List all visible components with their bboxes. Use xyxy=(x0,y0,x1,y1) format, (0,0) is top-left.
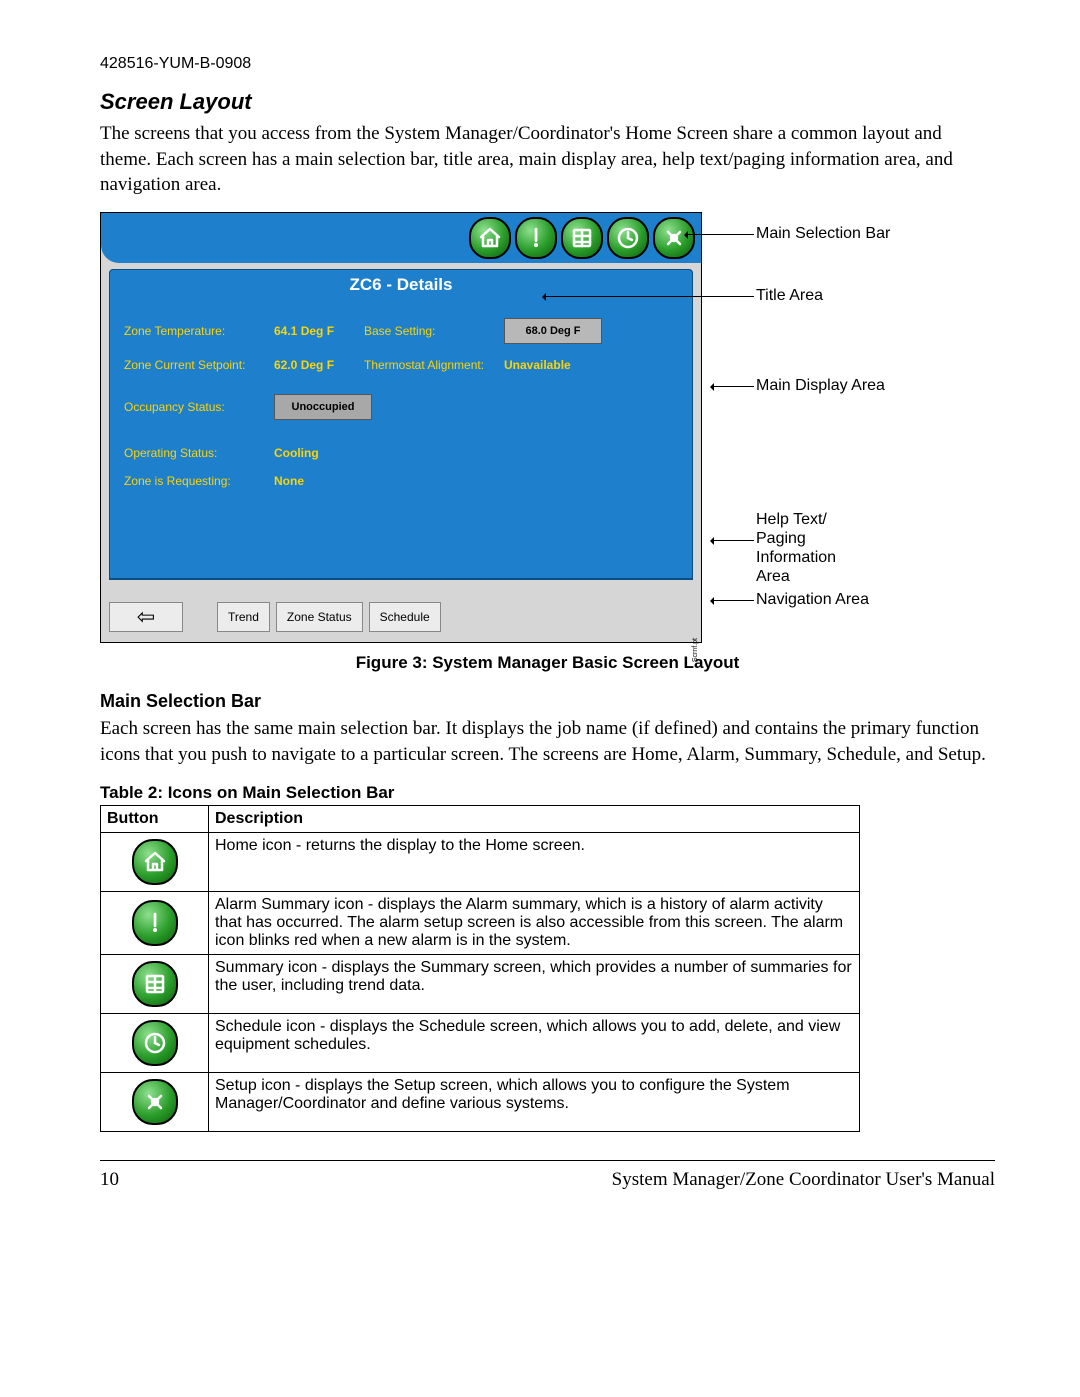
therm-align-value: Unavailable xyxy=(504,358,571,372)
zone-status-button[interactable]: Zone Status xyxy=(276,602,363,632)
zone-temp-label: Zone Temperature: xyxy=(124,324,274,338)
figure-with-annotations: ZC6 - Details Zone Temperature: 64.1 Deg… xyxy=(100,212,995,643)
anno-title-area: Title Area xyxy=(756,286,823,305)
table-desc: Schedule icon - displays the Schedule sc… xyxy=(209,1014,860,1073)
table-row: Home icon - returns the display to the H… xyxy=(101,833,860,892)
table-row: Summary icon - displays the Summary scre… xyxy=(101,955,860,1014)
trend-button[interactable]: Trend xyxy=(217,602,270,632)
occupancy-label: Occupancy Status: xyxy=(124,400,274,414)
footer-rule xyxy=(100,1160,995,1161)
therm-align-label: Thermostat Alignment: xyxy=(364,358,504,372)
summary-icon xyxy=(132,961,178,1007)
anno-main-selection-bar: Main Selection Bar xyxy=(756,224,890,243)
device-screen: ZC6 - Details Zone Temperature: 64.1 Deg… xyxy=(100,212,702,643)
schedule-button[interactable]: Schedule xyxy=(369,602,441,632)
anno-navigation-area: Navigation Area xyxy=(756,590,869,609)
setup-icon xyxy=(132,1079,178,1125)
zone-setpoint-label: Zone Current Setpoint: xyxy=(124,358,274,372)
image-watermark: Scrnf.pt xyxy=(692,638,699,662)
back-button[interactable]: ⇦ xyxy=(109,602,183,632)
table-desc: Summary icon - displays the Summary scre… xyxy=(209,955,860,1014)
base-setting-value[interactable]: 68.0 Deg F xyxy=(504,318,602,344)
doc-header: 428516-YUM-B-0908 xyxy=(100,55,995,73)
subsection-paragraph: Each screen has the same main selection … xyxy=(100,716,995,767)
operating-label: Operating Status: xyxy=(124,446,274,460)
home-icon xyxy=(132,839,178,885)
table-row: Setup icon - displays the Setup screen, … xyxy=(101,1073,860,1132)
table-desc: Alarm Summary icon - displays the Alarm … xyxy=(209,892,860,955)
table-col-description: Description xyxy=(209,806,860,833)
table-row: Schedule icon - displays the Schedule sc… xyxy=(101,1014,860,1073)
summary-icon[interactable] xyxy=(561,217,603,259)
schedule-icon[interactable] xyxy=(607,217,649,259)
table-row: Alarm Summary icon - displays the Alarm … xyxy=(101,892,860,955)
main-display-area: Zone Temperature: 64.1 Deg F Base Settin… xyxy=(109,300,693,579)
intro-paragraph: The screens that you access from the Sys… xyxy=(100,121,995,198)
requesting-label: Zone is Requesting: xyxy=(124,474,274,488)
table-col-button: Button xyxy=(101,806,209,833)
icons-table: Button Description Home icon - returns t… xyxy=(100,805,860,1132)
home-icon[interactable] xyxy=(469,217,511,259)
setup-icon[interactable] xyxy=(653,217,695,259)
zone-setpoint-value: 62.0 Deg F xyxy=(274,358,364,372)
section-heading: Screen Layout xyxy=(100,89,995,115)
schedule-icon xyxy=(132,1020,178,1066)
table-desc: Home icon - returns the display to the H… xyxy=(209,833,860,892)
base-setting-label: Base Setting: xyxy=(364,324,504,338)
navigation-area: ⇦ Trend Zone Status Schedule xyxy=(101,594,701,642)
operating-value: Cooling xyxy=(274,446,364,460)
table-desc: Setup icon - displays the Setup screen, … xyxy=(209,1073,860,1132)
zone-temp-value: 64.1 Deg F xyxy=(274,324,364,338)
anno-main-display-area: Main Display Area xyxy=(756,376,885,395)
occupancy-value[interactable]: Unoccupied xyxy=(274,394,372,420)
alarm-icon xyxy=(132,900,178,946)
anno-help-text-area: Help Text/ Paging Information Area xyxy=(756,510,856,587)
subsection-heading: Main Selection Bar xyxy=(100,691,995,712)
help-text-area xyxy=(109,579,693,594)
figure-caption: Figure 3: System Manager Basic Screen La… xyxy=(100,653,995,673)
requesting-value: None xyxy=(274,474,364,488)
page-number: 10 xyxy=(100,1169,119,1191)
footer-title: System Manager/Zone Coordinator User's M… xyxy=(612,1169,995,1191)
alarm-icon[interactable] xyxy=(515,217,557,259)
table-caption: Table 2: Icons on Main Selection Bar xyxy=(100,783,995,803)
main-selection-bar xyxy=(101,213,701,263)
